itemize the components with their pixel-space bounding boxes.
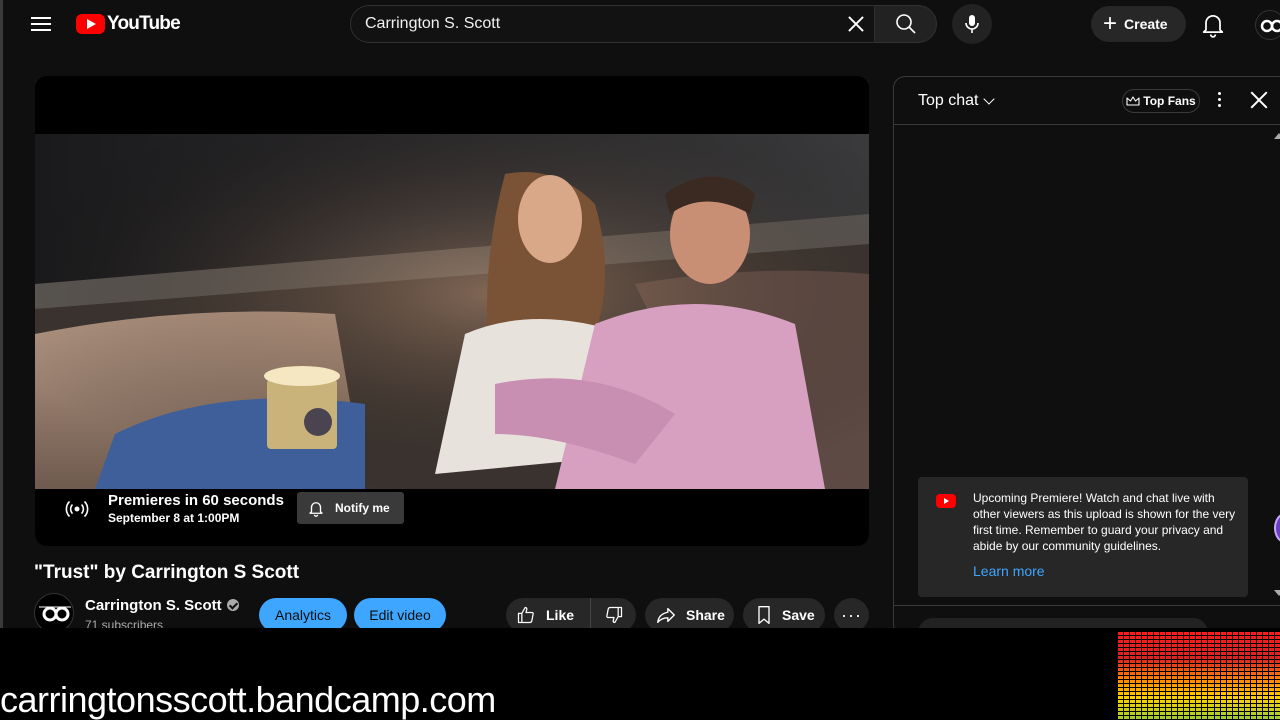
- visualizer-bar: [1178, 632, 1184, 720]
- visualizer-bar: [1268, 632, 1274, 720]
- premiere-info: Premieres in 60 seconds September 8 at 1…: [65, 492, 284, 525]
- like-dislike-group: Like: [506, 598, 636, 628]
- top-fans-label: Top Fans: [1143, 94, 1196, 108]
- visualizer-bar: [1202, 632, 1208, 720]
- youtube-window: YouTube + Create: [0, 0, 1280, 628]
- hamburger-menu-icon[interactable]: [29, 12, 53, 36]
- search-input[interactable]: [365, 6, 835, 42]
- video-thumbnail: [35, 134, 869, 489]
- chat-input-area: [894, 605, 1280, 628]
- share-icon: [657, 607, 675, 624]
- save-button[interactable]: Save: [743, 598, 825, 628]
- crown-icon: [1126, 96, 1140, 106]
- masthead: YouTube + Create: [3, 0, 1280, 48]
- like-button[interactable]: Like: [506, 598, 591, 628]
- chat-input[interactable]: [918, 618, 1208, 628]
- channel-avatar[interactable]: [34, 593, 74, 628]
- notify-me-label: Notify me: [335, 501, 390, 515]
- voice-search-button[interactable]: [952, 4, 992, 44]
- analytics-button[interactable]: Analytics: [259, 598, 347, 628]
- bandcamp-url: carringtonsscott.bandcamp.com: [0, 679, 496, 720]
- visualizer-bar: [1148, 632, 1154, 720]
- live-chat-panel: Top chat Top Fans Upcoming Premiere! Wat…: [893, 76, 1280, 628]
- scroll-down-arrow-icon[interactable]: [1274, 590, 1280, 596]
- premiere-countdown: Premieres in 60 seconds: [108, 492, 284, 509]
- visualizer-bar: [1214, 632, 1220, 720]
- notify-me-button[interactable]: Notify me: [297, 492, 404, 524]
- channel-name: Carrington S. Scott: [85, 597, 222, 614]
- chat-mode-dropdown[interactable]: Top chat: [918, 92, 996, 110]
- bell-icon: [1202, 14, 1224, 38]
- visualizer-bar: [1130, 632, 1136, 720]
- visualizer-bar: [1226, 632, 1232, 720]
- edit-video-button[interactable]: Edit video: [354, 598, 446, 628]
- visualizer-bar: [1160, 632, 1166, 720]
- visualizer-bar: [1190, 632, 1196, 720]
- dislike-button[interactable]: [591, 598, 636, 628]
- broadcast-icon: [65, 500, 89, 517]
- visualizer-bar: [1172, 632, 1178, 720]
- logo-text: YouTube: [107, 13, 181, 34]
- thumbs-up-icon: [517, 606, 534, 624]
- chat-mode-label: Top chat: [918, 92, 979, 109]
- audio-visualizer: [1118, 632, 1280, 720]
- visualizer-bar: [1256, 632, 1262, 720]
- chevron-down-icon: [983, 93, 996, 105]
- video-title: "Trust" by Carrington S Scott: [34, 562, 300, 583]
- visualizer-bar: [1166, 632, 1172, 720]
- visualizer-bar: [1124, 632, 1130, 720]
- visualizer-bar: [1262, 632, 1268, 720]
- bell-icon: [309, 502, 323, 517]
- search-icon: [896, 14, 916, 34]
- youtube-play-icon: [76, 14, 105, 34]
- bookmark-icon: [758, 606, 770, 624]
- visualizer-bar: [1208, 632, 1214, 720]
- notifications-button[interactable]: [1199, 10, 1227, 38]
- visualizer-bar: [1274, 632, 1280, 720]
- share-button[interactable]: Share: [645, 598, 734, 628]
- youtube-logo[interactable]: YouTube: [76, 13, 181, 35]
- premiere-notice: Upcoming Premiere! Watch and chat live w…: [918, 477, 1248, 597]
- visualizer-bar: [1118, 632, 1124, 720]
- visualizer-bar: [1154, 632, 1160, 720]
- more-actions-icon[interactable]: ···: [834, 598, 869, 628]
- notice-text: Upcoming Premiere! Watch and chat live w…: [973, 491, 1236, 553]
- microphone-icon: [965, 15, 979, 33]
- chat-header: Top chat Top Fans: [894, 77, 1280, 125]
- verified-icon: [226, 599, 239, 611]
- visualizer-bar: [1142, 632, 1148, 720]
- account-avatar[interactable]: [1255, 10, 1280, 40]
- visualizer-bar: [1232, 632, 1238, 720]
- premiere-date: September 8 at 1:00PM: [108, 511, 240, 525]
- visualizer-bar: [1244, 632, 1250, 720]
- search-button[interactable]: [874, 5, 937, 43]
- more-vert-icon[interactable]: [1212, 89, 1226, 113]
- video-player[interactable]: Premieres in 60 seconds September 8 at 1…: [35, 76, 869, 546]
- visualizer-bar: [1238, 632, 1244, 720]
- save-label: Save: [782, 607, 815, 623]
- visualizer-bar: [1220, 632, 1226, 720]
- clear-search-icon[interactable]: [842, 10, 870, 38]
- learn-more-link[interactable]: Learn more: [973, 563, 1045, 579]
- subscriber-count: 71 subscribers: [85, 618, 164, 628]
- create-label: Create: [1124, 16, 1168, 32]
- visualizer-bar: [1196, 632, 1202, 720]
- scroll-up-arrow-icon[interactable]: [1274, 133, 1280, 139]
- visualizer-bar: [1250, 632, 1256, 720]
- plus-icon: +: [1103, 10, 1118, 37]
- thumbs-down-icon: [605, 606, 622, 624]
- share-label: Share: [686, 607, 725, 623]
- top-fans-button[interactable]: Top Fans: [1122, 89, 1200, 113]
- youtube-play-icon: [936, 494, 956, 508]
- like-label: Like: [546, 607, 575, 623]
- search-box: [350, 5, 874, 43]
- close-icon[interactable]: [1248, 89, 1270, 111]
- visualizer-bar: [1184, 632, 1190, 720]
- create-button[interactable]: + Create: [1091, 6, 1186, 42]
- channel-name-link[interactable]: Carrington S. Scott: [85, 597, 239, 614]
- visualizer-bar: [1136, 632, 1142, 720]
- channel-avatar-icon: [39, 606, 71, 622]
- channel-avatar-icon: [1260, 19, 1280, 33]
